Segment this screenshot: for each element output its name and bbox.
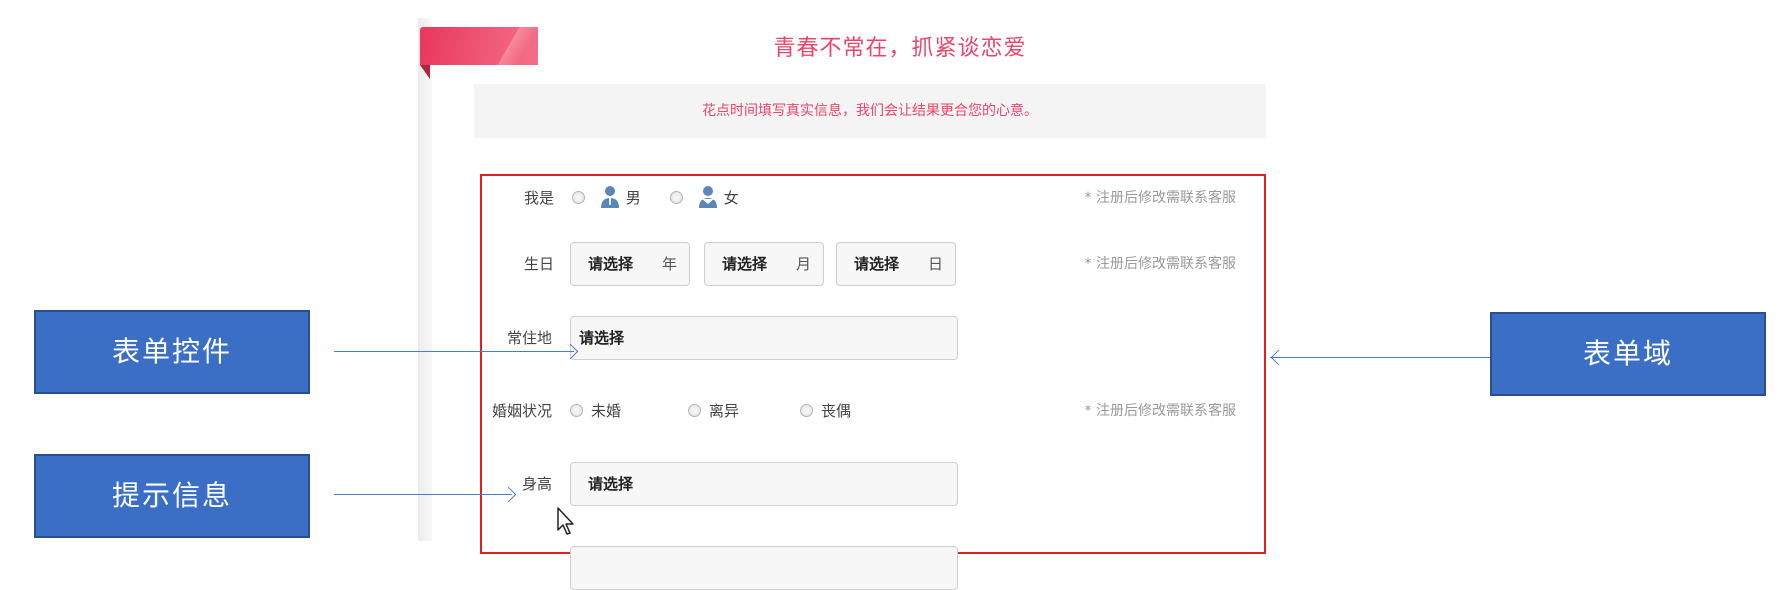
gender-option-female[interactable]: 女 [670,176,739,220]
height-select[interactable]: 请选择 [570,462,958,506]
form-fieldset: 我是 男 女 * 注册后修改需联系客服 生日 请选择 年 请选择 月 请选择 日… [480,174,1266,590]
birthday-row: 生日 请选择 年 请选择 月 请选择 日 * 注册后修改需联系客服 [482,242,1264,286]
male-radio[interactable] [572,190,585,204]
height-value: 请选择 [588,475,634,493]
gender-row: 我是 男 女 * 注册后修改需联系客服 [482,176,1264,220]
birth-month-unit: 月 [795,255,811,273]
height-label: 身高 [521,475,552,493]
birthday-hint: * 注册后修改需联系客服 [1084,256,1236,272]
residence-value: 请选择 [579,329,625,347]
notice-banner: 花点时间填写真实信息，我们会让结果更合您的心意。 [474,84,1266,138]
marital-hint: * 注册后修改需联系客服 [1084,403,1236,419]
callout-form-field: 表单域 [1490,312,1766,396]
callout-form-control: 表单控件 [34,310,310,394]
page-headline: 青春不常在，抓紧谈恋爱 [773,36,1027,61]
birth-month-select[interactable]: 请选择 月 [704,242,824,286]
single-label: 未婚 [591,402,622,420]
marital-option-single[interactable]: 未婚 [570,389,621,433]
gender-label: 我是 [523,189,554,207]
birth-year-unit: 年 [661,255,677,273]
ribbon-fold [420,65,430,79]
ribbon-stripe [492,27,538,65]
callout-hint-info: 提示信息 [34,454,310,538]
gender-hint: * 注册后修改需联系客服 [1084,190,1236,206]
marital-option-widowed[interactable]: 丧偶 [800,389,851,433]
gender-option-male[interactable]: 男 [572,176,641,220]
male-label: 男 [625,189,641,207]
arrow-hint-info-line [334,494,512,495]
arrow-form-field-line [1270,357,1490,358]
widowed-radio[interactable] [800,403,813,417]
birth-day-value: 请选择 [854,255,900,273]
marital-row: 婚姻状况 未婚 离异 丧偶 * 注册后修改需联系客服 [482,389,1264,433]
divorced-label: 离异 [709,402,740,420]
birth-day-select[interactable]: 请选择 日 [836,242,956,286]
female-label: 女 [723,189,739,207]
residence-select[interactable]: 请选择 [570,316,958,360]
divorced-radio[interactable] [688,403,701,417]
arrow-form-control-line [334,351,574,352]
callout-form-control-text: 表单控件 [111,335,232,368]
residence-row: 常住地 请选择 [482,316,1264,360]
notice-text: 花点时间填写真实信息，我们会让结果更合您的心意。 [702,103,1038,119]
callout-hint-info-text: 提示信息 [111,479,232,512]
birth-month-value: 请选择 [722,255,768,273]
single-radio[interactable] [570,403,583,417]
mouse-cursor-icon [557,507,574,535]
page-left-shadow [418,18,432,541]
marital-option-divorced[interactable]: 离异 [688,389,739,433]
next-field-select[interactable] [570,546,958,590]
marital-label: 婚姻状况 [491,402,552,420]
female-radio[interactable] [670,190,683,204]
birthday-label: 生日 [523,255,554,273]
widowed-label: 丧偶 [821,402,852,420]
birth-day-unit: 日 [927,255,943,273]
birth-year-select[interactable]: 请选择 年 [570,242,690,286]
male-user-icon [600,185,619,208]
female-user-icon [698,185,717,208]
callout-form-field-text: 表单域 [1582,337,1673,370]
residence-label: 常住地 [506,329,552,347]
height-row: 身高 请选择 [482,462,1264,506]
birth-year-value: 请选择 [588,255,634,273]
